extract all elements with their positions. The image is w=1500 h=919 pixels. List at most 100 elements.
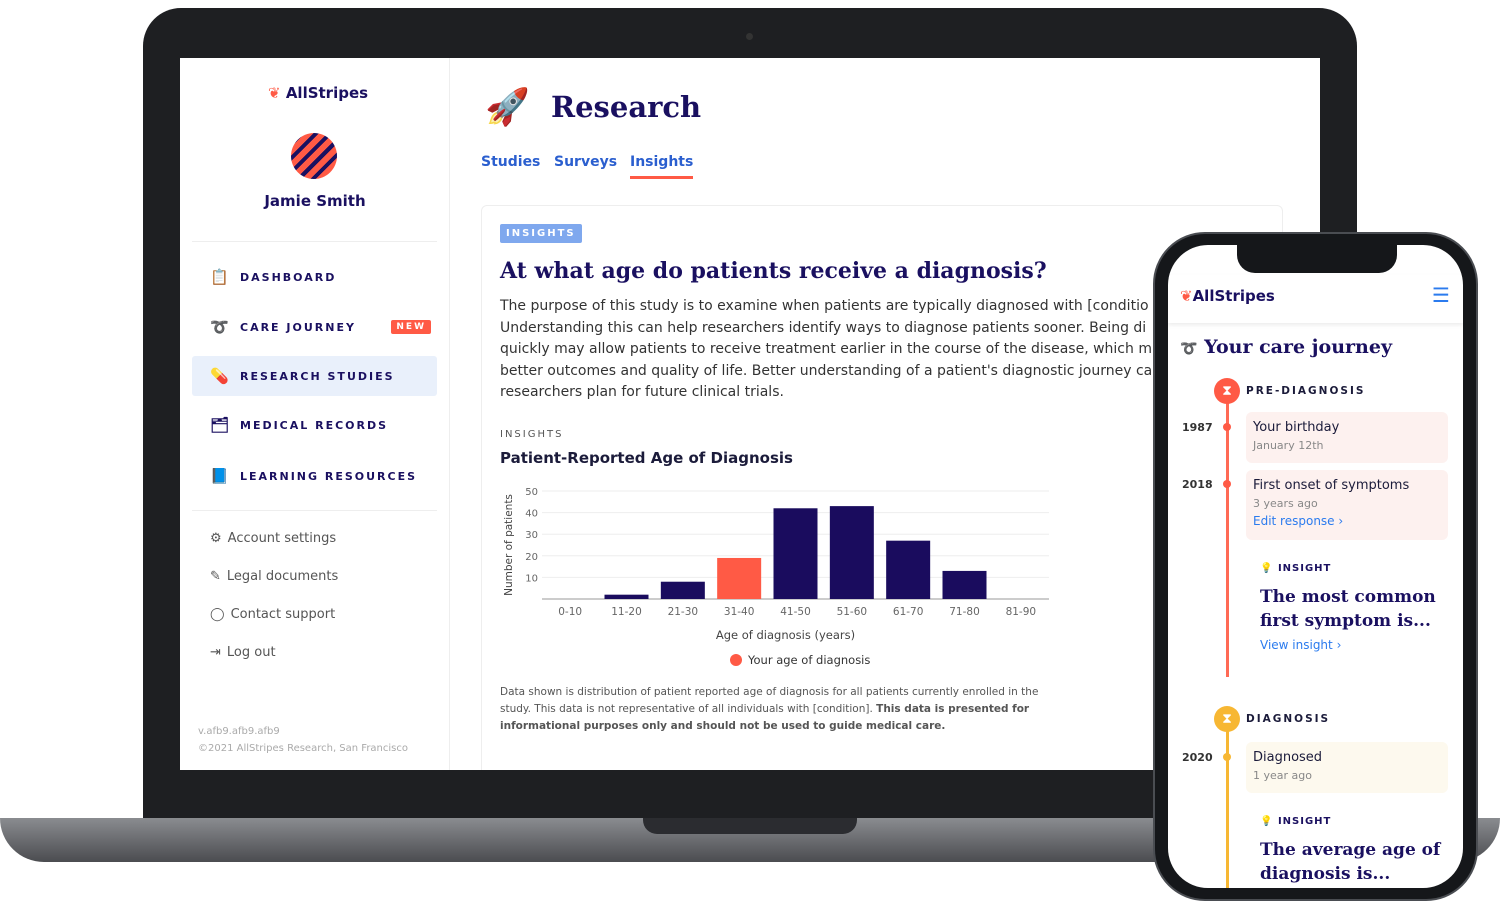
logo[interactable]: ❦ AllStripes <box>268 84 368 102</box>
lightbulb-icon: 💡 <box>1260 563 1274 574</box>
sidebar: ❦ AllStripes Jamie Smith 📋 DASHBOARD ➰ CAR… <box>180 58 450 770</box>
tab-insights[interactable]: Insights <box>630 154 694 179</box>
laptop-screen: ❦ AllStripes Jamie Smith 📋 DASHBOARD ➰ CAR… <box>180 58 1320 770</box>
bar <box>773 508 818 599</box>
nav-research-studies[interactable]: 💊 RESEARCH STUDIES <box>192 356 437 396</box>
logout-icon: ⇥ <box>210 645 221 660</box>
tab-studies[interactable]: Studies <box>481 154 540 170</box>
card-body: The purpose of this study is to examine … <box>500 296 1152 404</box>
nav-learning-resources[interactable]: 📘 LEARNING RESOURCES <box>192 456 437 496</box>
x-tick-label: 51-60 <box>837 606 868 618</box>
y-tick-label: 20 <box>525 552 538 563</box>
contact-support-link[interactable]: ◯ Contact support <box>210 607 335 622</box>
legal-documents-link[interactable]: ✎ Legal documents <box>210 569 338 584</box>
legend-label: Your age of diagnosis <box>747 653 870 667</box>
records-icon: 🗂 <box>210 416 230 434</box>
link-label: Log out <box>226 645 276 660</box>
timeline-dot <box>1223 480 1231 488</box>
hamburger-icon[interactable]: ☰ <box>1432 283 1450 307</box>
y-tick-label: 30 <box>525 530 538 541</box>
x-tick-label: 61-70 <box>893 606 924 618</box>
footnote: Data shown is distribution of patient re… <box>500 684 1045 735</box>
logo-text: AllStripes <box>1192 287 1275 305</box>
event-card[interactable]: First onset of symptoms 3 years ago Edit r… <box>1246 470 1448 540</box>
account-settings-link[interactable]: ⚙ Account settings <box>210 531 336 546</box>
hourglass-icon: ⧗ <box>1214 706 1240 732</box>
title-text: Your care journey <box>1204 336 1392 358</box>
timeline-line <box>1226 395 1229 677</box>
laptop-camera <box>746 33 753 40</box>
chart-title: Patient-Reported Age of Diagnosis <box>500 449 793 467</box>
card-title: At what age do patients receive a diagno… <box>500 258 1047 284</box>
link-label: Account settings <box>227 531 337 546</box>
x-axis-label: Age of diagnosis (years) <box>716 628 855 642</box>
body-line: Understanding this can help researchers … <box>500 319 1147 336</box>
divider <box>192 241 437 242</box>
nav-medical-records[interactable]: 🗂 MEDICAL RECORDS <box>192 405 437 445</box>
bar <box>942 570 987 599</box>
x-tick-label: 31-40 <box>724 606 755 618</box>
bar <box>660 581 705 599</box>
event-sub: 3 years ago <box>1253 497 1318 510</box>
x-tick-label: 81-90 <box>1006 606 1037 618</box>
insight-title: The average age of diagnosis is... <box>1260 840 1441 884</box>
section-label: INSIGHTS <box>500 429 564 440</box>
phone-header: ❦AllStripes ☰ <box>1168 275 1463 323</box>
tab-surveys[interactable]: Surveys <box>554 154 617 170</box>
x-tick-label: 41-50 <box>780 606 811 618</box>
nav-label: CARE JOURNEY <box>240 320 356 334</box>
event-card[interactable]: Diagnosed 1 year ago <box>1246 742 1448 793</box>
copyright: ©2021 AllStripes Research, San Francisco <box>198 743 408 754</box>
user-name: Jamie Smith <box>264 192 366 210</box>
event-year: 2020 <box>1182 751 1213 764</box>
event-card[interactable]: Your birthday January 12th <box>1246 412 1448 463</box>
insight-label: 💡 INSIGHT <box>1260 563 1331 574</box>
chat-icon: ◯ <box>210 607 225 622</box>
avatar <box>291 133 337 179</box>
book-icon: 📘 <box>210 467 229 485</box>
insights-badge: INSIGHTS <box>500 224 582 243</box>
bar <box>886 540 931 599</box>
event-sub: 1 year ago <box>1253 769 1312 782</box>
event-sub: January 12th <box>1253 439 1324 452</box>
divider <box>192 510 437 511</box>
hourglass-icon: ⧗ <box>1214 378 1240 404</box>
nav-care-journey[interactable]: ➰ CARE JOURNEY NEW <box>192 307 437 347</box>
link-text: Edit response <box>1253 514 1335 528</box>
route-icon: ➰ <box>1180 341 1198 357</box>
body-line: The purpose of this study is to examine … <box>500 298 1149 314</box>
bar-chart: 10 20 30 40 50 0-10 11-20 21-30 31-40 41-50 51-60 6… <box>503 487 1049 667</box>
phone-notch <box>1237 245 1397 273</box>
phone-logo[interactable]: ❦AllStripes <box>1180 287 1275 305</box>
logo-text: AllStripes <box>285 84 369 102</box>
document-icon: ✎ <box>210 569 221 584</box>
phone-frame: ❦AllStripes ☰ ➰ Your care journey ⧗ PRE-… <box>1153 232 1478 901</box>
x-tick-label: 11-20 <box>611 606 642 618</box>
body-line: quickly may allow patients to receive tr… <box>500 341 1152 357</box>
phone-screen: ❦AllStripes ☰ ➰ Your care journey ⧗ PRE-… <box>1168 245 1463 888</box>
new-badge: NEW <box>391 320 431 334</box>
bar <box>829 506 874 599</box>
pills-icon: 💊 <box>210 367 229 385</box>
view-insight-link[interactable]: View insight › <box>1260 638 1341 652</box>
event-title: First onset of symptoms <box>1253 478 1410 493</box>
event-title: Diagnosed <box>1253 750 1323 765</box>
link-label: Legal documents <box>226 569 339 584</box>
legend-swatch <box>730 654 742 666</box>
clipboard-icon: 📋 <box>210 268 229 286</box>
x-tick-label: 71-80 <box>949 606 980 618</box>
laptop-notch <box>643 818 857 834</box>
timeline-line <box>1226 725 1229 888</box>
log-out-link[interactable]: ⇥ Log out <box>210 645 276 660</box>
lightbulb-icon: 💡 <box>1260 816 1274 827</box>
nav-dashboard[interactable]: 📋 DASHBOARD <box>192 257 437 297</box>
edit-response-link[interactable]: Edit response › <box>1253 514 1441 528</box>
rocket-icon: 🚀 <box>485 87 530 128</box>
y-tick-label: 40 <box>525 509 538 520</box>
timeline-dot <box>1223 423 1231 431</box>
page-title: Research <box>551 90 702 124</box>
bar <box>717 557 762 599</box>
y-tick-label: 10 <box>525 573 538 584</box>
link-label: Contact support <box>230 607 336 622</box>
link-text: View insight <box>1260 638 1333 652</box>
